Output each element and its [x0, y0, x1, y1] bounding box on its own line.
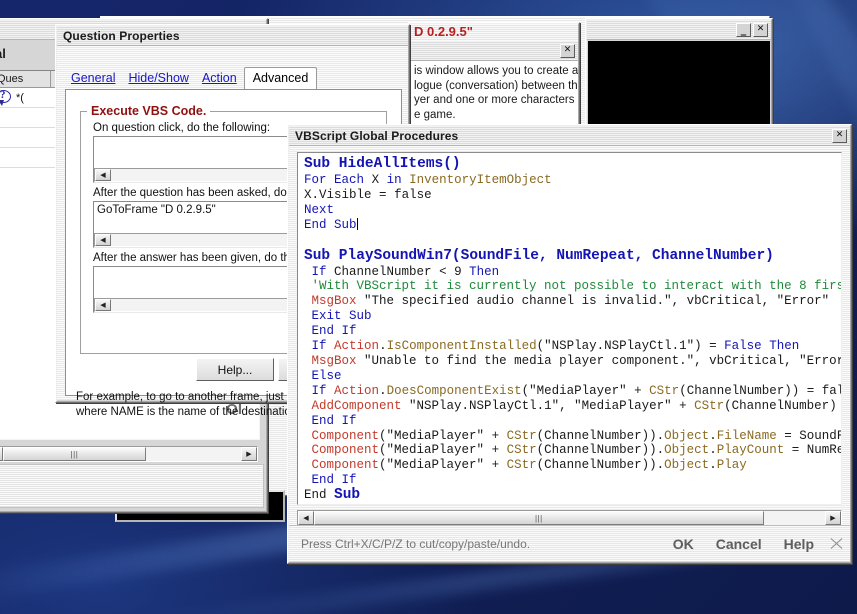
code-line: Sub PlaySoundWin7(SoundFile, NumRepeat, …	[304, 247, 774, 264]
code-line: End If	[311, 413, 357, 428]
scroll-left-arrow-icon[interactable]: ◀	[298, 511, 314, 525]
code-line: For Each X in InventoryItemObject	[304, 173, 552, 187]
code-line: End If	[311, 473, 357, 488]
help-text-line: e game.	[414, 108, 456, 121]
scroll-left-arrow-icon[interactable]: ◀	[95, 234, 111, 246]
help-text-line: is window allows you to create a	[414, 65, 578, 77]
code-line: MsgBox "Unable to find the media player …	[311, 353, 841, 368]
code-line: Next	[304, 202, 335, 217]
help-window-subbar: ✕	[410, 41, 578, 61]
vbscript-statusbar: Press Ctrl+X/C/P/Z to cut/copy/paste/und…	[289, 525, 850, 561]
code-line: Exit Sub	[311, 309, 372, 324]
code-line: End If	[311, 324, 357, 339]
tab-general[interactable]: General	[65, 69, 121, 88]
code-line: If Action.DoesComponentExist("MediaPlaye…	[311, 383, 841, 398]
dialogue-footer-strip	[0, 464, 264, 508]
preview-canvas	[588, 41, 770, 126]
preview-titlebar[interactable]: _ ✕	[587, 20, 771, 40]
help-text-line: yer and one or more characters in	[414, 94, 578, 106]
minimize-icon[interactable]: _	[736, 22, 751, 37]
tab-hide-show[interactable]: Hide/Show	[122, 69, 194, 88]
close-icon[interactable]: ✕	[560, 43, 575, 58]
vbscript-dialog-title: VBScript Global Procedures	[295, 128, 459, 143]
tab-advanced[interactable]: Advanced	[243, 67, 318, 89]
grid-column-question: Ques	[0, 71, 51, 87]
code-line: End Sub	[304, 487, 361, 504]
help-window-inner: D 0.2.9.5" ✕ is window allows you to cre…	[409, 23, 579, 131]
text-caret	[356, 217, 358, 230]
vbscript-titlebar[interactable]: VBScript Global Procedures ✕	[289, 126, 850, 146]
statusbar-hint: Press Ctrl+X/C/P/Z to cut/copy/paste/und…	[301, 536, 531, 551]
tab-action[interactable]: Action	[196, 69, 243, 88]
code-line: Else	[311, 368, 342, 383]
close-icon[interactable]: ✕	[832, 128, 847, 143]
resize-grip-icon[interactable]	[830, 537, 844, 551]
scroll-thumb[interactable]: |||	[3, 447, 146, 461]
scroll-right-arrow-icon[interactable]: ▶	[825, 511, 841, 525]
help-window-text: is window allows you to create a logue (…	[410, 61, 578, 127]
scroll-left-arrow-icon[interactable]: ◀	[95, 299, 111, 311]
scroll-right-arrow-icon[interactable]: ▶	[241, 447, 257, 461]
vbscript-global-procedures-dialog[interactable]: VBScript Global Procedures ✕ Sub HideAll…	[287, 124, 852, 564]
vbscript-code-editor[interactable]: Sub HideAllItems() For Each X in Inventor…	[297, 152, 842, 505]
execute-vbs-code-legend: Execute VBS Code.	[91, 104, 207, 118]
code-line: 'With VBScript it is currently not possi…	[304, 279, 842, 294]
code-line: MsgBox "The specified audio channel is i…	[311, 294, 830, 309]
code-line: If Action.IsComponentInstalled("NSPlay.N…	[311, 339, 800, 354]
code-line: AddComponent "NSPlay.NSPlayCtl.1", "Medi…	[311, 398, 837, 413]
vbscript-dialog-body: Sub HideAllItems() For Each X in Inventor…	[289, 146, 850, 561]
code-line: If ChannelNumber < 9 Then	[311, 264, 500, 279]
question-row-text: *(	[16, 91, 24, 104]
help-description-window[interactable]: D 0.2.9.5" ✕ is window allows you to cre…	[408, 22, 580, 132]
dialogue-horizontal-scrollbar[interactable]: ◀ ||| ▶	[0, 446, 258, 462]
page-title: Question Properties	[63, 28, 180, 43]
code-line: Sub HideAllItems()	[304, 156, 461, 172]
code-line: Component("MediaPlayer" + CStr(ChannelNu…	[311, 443, 841, 458]
question-properties-titlebar[interactable]: Question Properties	[57, 26, 408, 46]
desktop: _ ✕ Dial Dial Ques	[0, 0, 857, 614]
help-window-red-title: D 0.2.9.5"	[410, 24, 578, 41]
code-line: Component("MediaPlayer" + CStr(ChannelNu…	[311, 428, 841, 443]
vbscript-horizontal-scrollbar[interactable]: ◀ ||| ▶	[297, 510, 842, 526]
question-properties-tabs: General Hide/Show Action Advanced	[65, 66, 404, 89]
scroll-thumb[interactable]: |||	[314, 511, 764, 525]
scroll-left-arrow-icon[interactable]: ◀	[95, 169, 111, 181]
preview-window-inner: _ ✕	[586, 19, 772, 127]
preview-window[interactable]: _ ✕	[585, 18, 773, 128]
scroll-track[interactable]: |||	[3, 447, 241, 461]
close-icon[interactable]: ✕	[753, 22, 768, 37]
help-button[interactable]: Help	[784, 536, 814, 552]
code-line: X.Visible = false	[304, 187, 432, 202]
dialogue-heading: Dial	[0, 46, 6, 61]
help-text-line: logue (conversation) between the	[414, 79, 578, 92]
cancel-button[interactable]: Cancel	[716, 536, 762, 552]
code-line: Component("MediaPlayer" + CStr(ChannelNu…	[311, 458, 747, 473]
help-button[interactable]: Help...	[196, 358, 274, 381]
question-bubble-icon: ?	[0, 89, 14, 106]
scroll-track[interactable]: |||	[314, 511, 825, 525]
ok-button[interactable]: OK	[673, 536, 694, 552]
code-line: End Sub	[304, 217, 358, 232]
vbscript-dialog-inner: VBScript Global Procedures ✕ Sub HideAll…	[288, 125, 851, 563]
